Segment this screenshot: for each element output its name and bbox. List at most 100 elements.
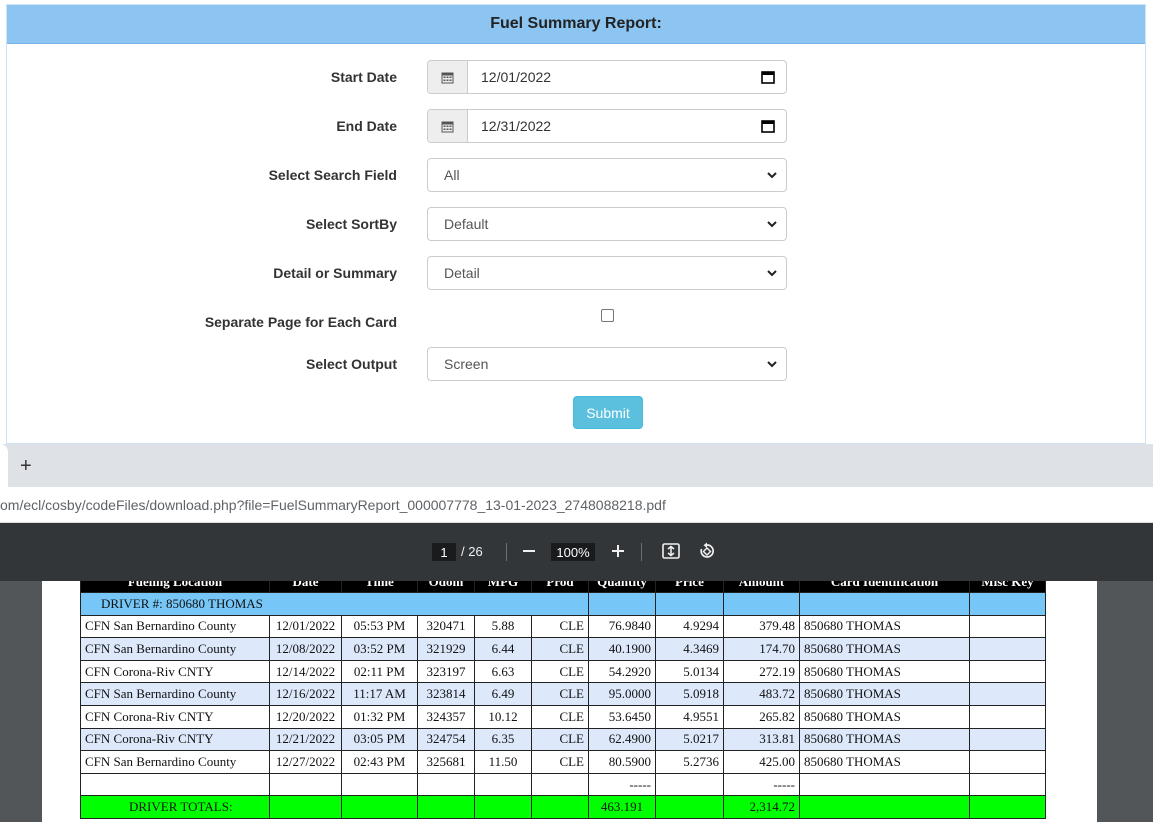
calendar-picker-icon[interactable] [750, 110, 786, 142]
table-cell: 272.19 [723, 659, 800, 684]
col-header: Odom [417, 581, 475, 593]
table-cell: 4.3469 [655, 637, 724, 661]
table-cell: 12/20/2022 [269, 704, 342, 729]
table-cell: 379.48 [723, 614, 800, 639]
page-total: / 26 [461, 544, 483, 559]
table-cell: 850680 THOMAS [799, 704, 970, 729]
table-cell: 325681 [417, 750, 475, 774]
table-cell: 95.0000 [588, 682, 656, 706]
table-cell: CFN San Bernardino County [80, 614, 270, 639]
table-cell: CLE [531, 682, 589, 706]
table-cell [799, 795, 970, 819]
start-date-field[interactable]: 12/01/2022 [427, 60, 787, 94]
table-cell [474, 795, 532, 819]
url-text[interactable]: om/ecl/cosby/codeFiles/download.php?file… [0, 497, 666, 513]
end-date-field[interactable]: 12/31/2022 [427, 109, 787, 143]
chevron-down-icon [767, 221, 777, 228]
table-cell [655, 772, 724, 797]
table-cell: 5.0217 [655, 727, 724, 752]
end-date-label: End Date [336, 118, 397, 134]
total-quantity: 463.191 [588, 795, 656, 819]
calendar-picker-icon[interactable] [750, 61, 786, 93]
table-cell: 03:52 PM [341, 637, 418, 661]
table-cell [969, 637, 1046, 661]
sort-by-select[interactable]: Default [427, 207, 787, 241]
search-field-label: Select Search Field [268, 167, 397, 183]
driver-row: DRIVER #: 850680 THOMAS [80, 592, 1046, 616]
output-label: Select Output [305, 356, 397, 372]
table-cell: CLE [531, 637, 589, 661]
table-row: CFN Corona-Riv CNTY 12/21/2022 03:05 PM 324… [80, 727, 1046, 752]
table-cell: CLE [531, 659, 589, 684]
chevron-down-icon [767, 361, 777, 368]
page-number-input[interactable]: 1 [432, 543, 456, 561]
col-header: Fueling Location [80, 581, 270, 593]
table-cell: 12/16/2022 [269, 682, 342, 706]
table-cell: 850680 THOMAS [799, 682, 970, 706]
table-cell: CLE [531, 704, 589, 729]
output-select[interactable]: Screen [427, 347, 787, 381]
table-cell: 6.35 [474, 727, 532, 752]
table-cell: CFN San Bernardino County [80, 637, 270, 661]
table-cell [969, 704, 1046, 729]
table-cell: 6.49 [474, 682, 532, 706]
table-cell [969, 750, 1046, 774]
driver-label: DRIVER #: 850680 THOMAS [80, 592, 589, 616]
browser-tab-strip: + [0, 444, 1153, 487]
table-cell: 425.00 [723, 750, 800, 774]
detail-summary-row: Detail or Summary Detail [7, 256, 1145, 290]
separate-page-checkbox[interactable] [601, 309, 614, 322]
address-bar[interactable]: om/ecl/cosby/codeFiles/download.php?file… [0, 487, 1153, 523]
driver-totals-row: DRIVER TOTALS: 463.191 2,314.72 [80, 795, 1046, 819]
col-header: Price [655, 581, 724, 593]
table-cell: 76.9840 [588, 614, 656, 639]
table-cell: 850680 THOMAS [799, 727, 970, 752]
col-header: Misc Key [969, 581, 1046, 593]
table-row: CFN Corona-Riv CNTY 12/14/2022 02:11 PM 323… [80, 659, 1046, 684]
zoom-in-icon[interactable] [608, 541, 628, 561]
start-date-value[interactable]: 12/01/2022 [468, 61, 750, 93]
toolbar-divider [506, 543, 507, 561]
table-cell: CFN San Bernardino County [80, 682, 270, 706]
form-title: Fuel Summary Report: [7, 5, 1145, 44]
table-cell: 02:43 PM [341, 750, 418, 774]
table-cell: 54.2920 [588, 659, 656, 684]
fit-to-page-icon[interactable] [661, 541, 681, 561]
table-cell: 174.70 [723, 637, 800, 661]
separate-page-row: Separate Page for Each Card [7, 305, 1145, 339]
search-field-select[interactable]: All [427, 158, 787, 192]
table-cell: 53.6450 [588, 704, 656, 729]
output-row: Select Output Screen [7, 347, 1145, 381]
col-header: Amount [723, 581, 800, 593]
table-cell: 324754 [417, 727, 475, 752]
calendar-icon [428, 110, 468, 142]
table-cell: 12/14/2022 [269, 659, 342, 684]
sort-by-value: Default [444, 216, 489, 232]
fuel-summary-form: Fuel Summary Report: Start Date 12/01/20… [6, 4, 1146, 444]
table-cell [417, 772, 475, 797]
table-cell: 5.2736 [655, 750, 724, 774]
table-cell: CFN Corona-Riv CNTY [80, 659, 270, 684]
start-date-label: Start Date [330, 69, 397, 85]
rotate-icon[interactable] [697, 541, 717, 561]
submit-button[interactable]: Submit [573, 396, 643, 429]
subtotal-separator-row: ----- ----- [80, 772, 1046, 797]
calendar-icon [428, 61, 468, 93]
table-cell [341, 772, 418, 797]
table-cell: 12/01/2022 [269, 614, 342, 639]
zoom-out-icon[interactable] [519, 541, 539, 561]
search-field-value: All [444, 167, 460, 183]
table-cell [474, 772, 532, 797]
table-cell: 324357 [417, 704, 475, 729]
detail-summary-select[interactable]: Detail [427, 256, 787, 290]
quantity-dashes: ----- [588, 772, 656, 797]
zoom-level-input[interactable]: 100% [551, 543, 595, 561]
browser-tab[interactable] [0, 444, 8, 487]
end-date-value[interactable]: 12/31/2022 [468, 110, 750, 142]
chevron-down-icon [767, 172, 777, 179]
new-tab-button[interactable]: + [20, 456, 32, 476]
table-cell: CFN San Bernardino County [80, 750, 270, 774]
table-cell: CFN Corona-Riv CNTY [80, 704, 270, 729]
table-cell: 850680 THOMAS [799, 614, 970, 639]
table-cell: 12/27/2022 [269, 750, 342, 774]
